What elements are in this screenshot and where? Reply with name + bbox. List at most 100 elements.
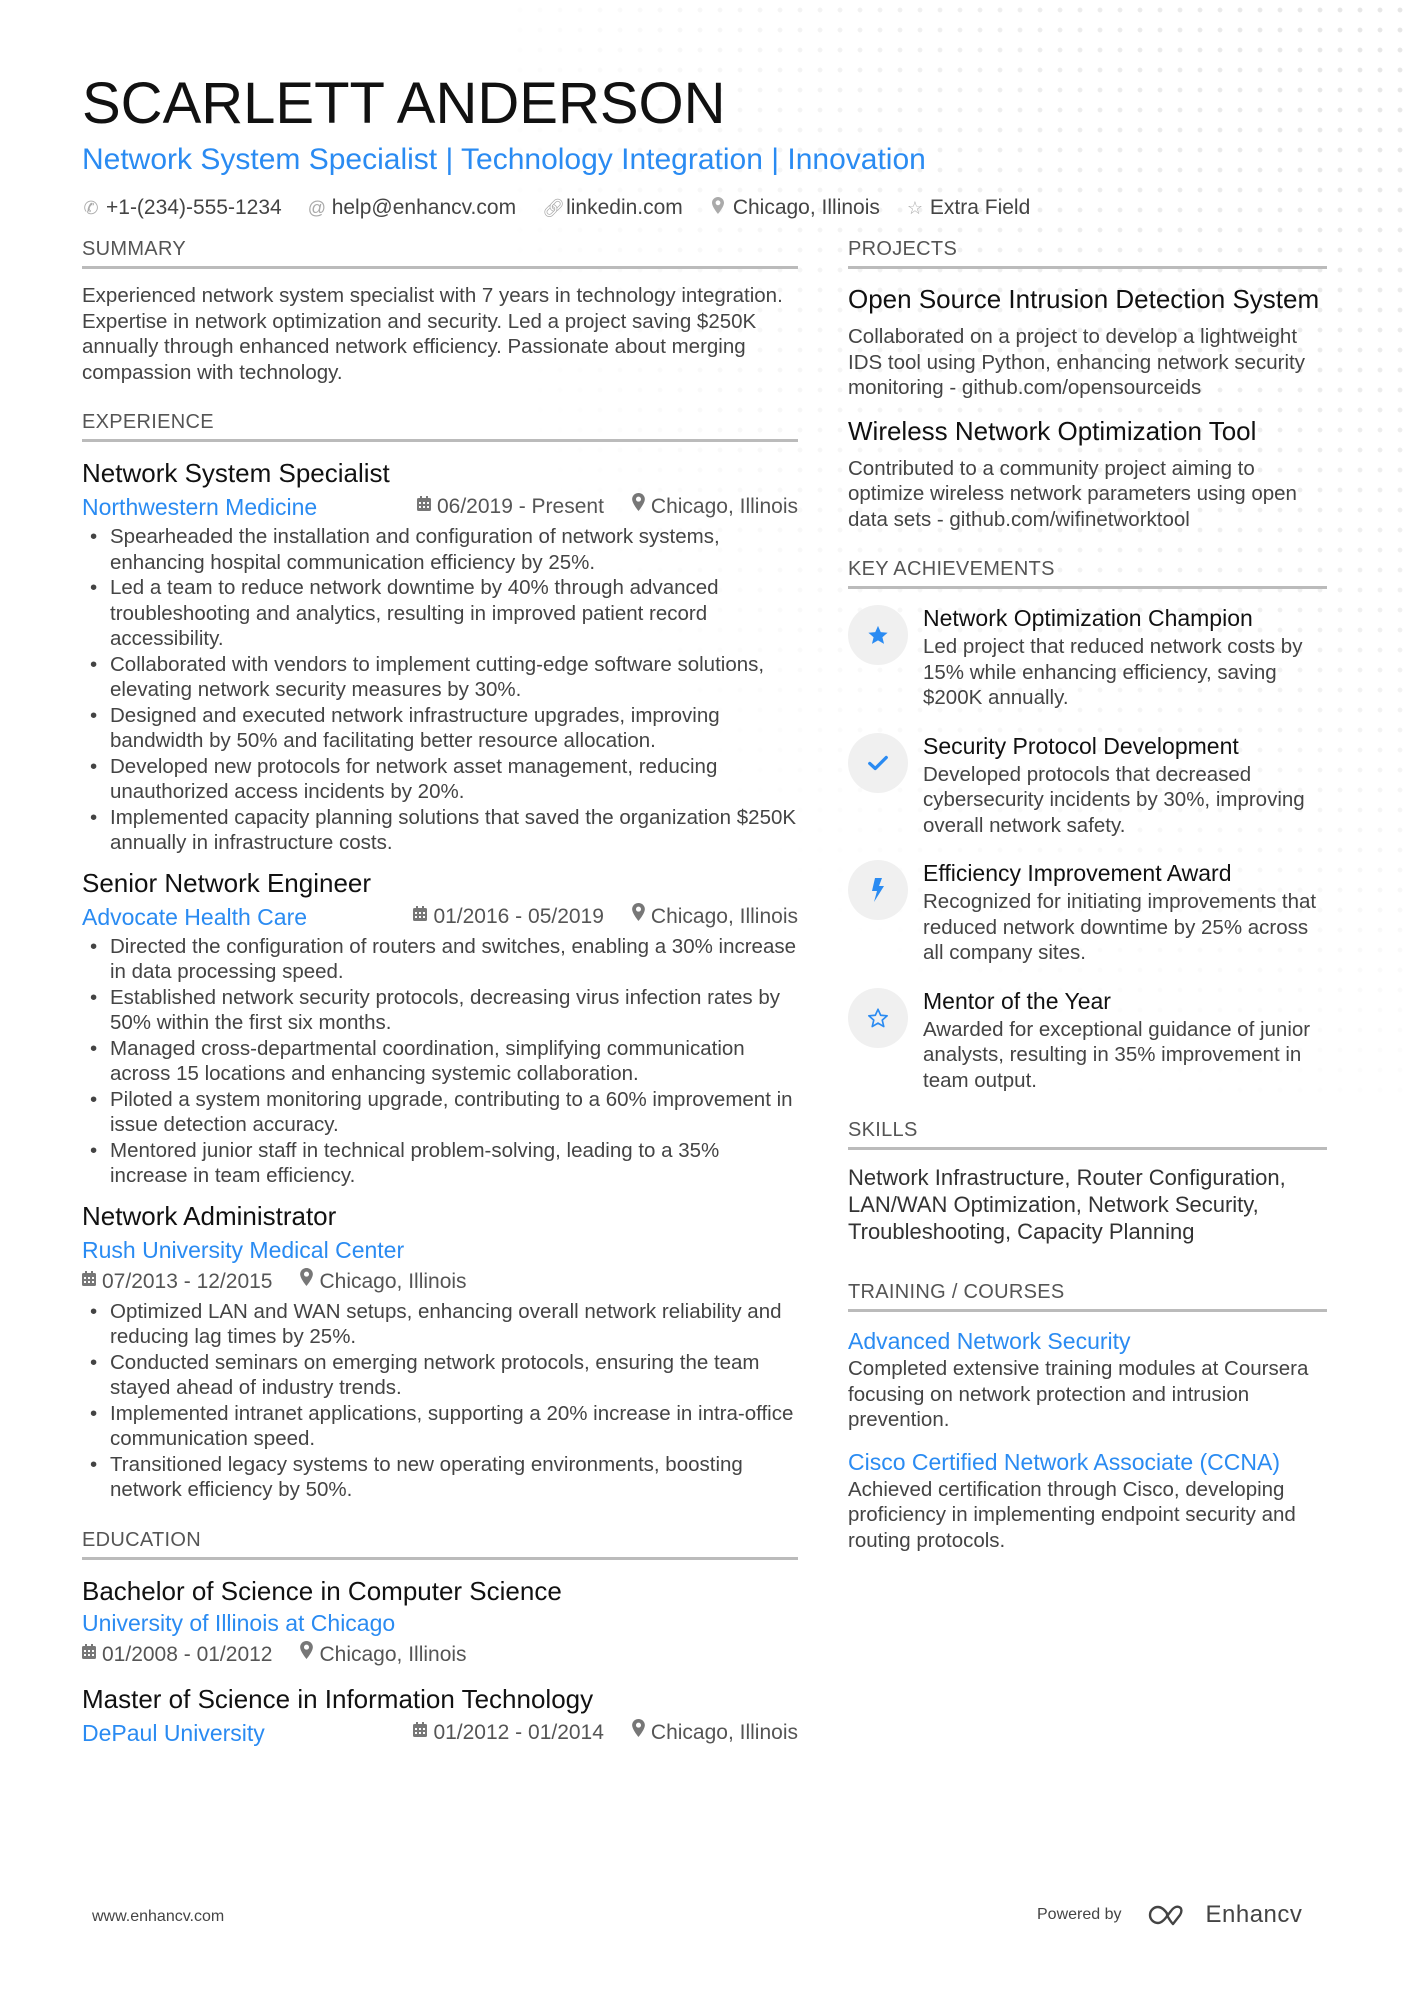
project-entry: Wireless Network Optimization Tool Contri…: [848, 415, 1327, 533]
job-bullet: Implemented capacity planning solutions …: [82, 805, 798, 856]
job-bullet: Implemented intranet applications, suppo…: [82, 1401, 798, 1452]
section-heading: SUMMARY: [82, 236, 798, 269]
contact-phone-text: +1-(234)-555-1234: [106, 196, 282, 219]
degree-title: Master of Science in Information Technol…: [82, 1683, 594, 1714]
project-list: Open Source Intrusion Detection System Co…: [848, 283, 1327, 532]
achievement-list: Network Optimization Champion Led project…: [848, 603, 1327, 1093]
loc-text: Chicago, Illinois: [650, 904, 798, 928]
contact-linkedin-text: linkedin.com: [566, 196, 683, 219]
star-outline-icon: [848, 987, 908, 1048]
phone-icon: ✆: [83, 198, 99, 218]
calendar-icon: [413, 902, 428, 932]
experience-section: EXPERIENCE Network System Specialist Nort…: [82, 409, 798, 1503]
training-list: Advanced Network Security Completed exten…: [848, 1326, 1327, 1553]
date-range: 01/2012 - 01/2014: [413, 1718, 604, 1748]
summary-section: SUMMARY Experienced network system speci…: [82, 236, 798, 385]
location: Chicago, Illinois: [632, 902, 798, 932]
job-entry: Senior Network Engineer Advocate Health C…: [82, 866, 798, 1189]
achievement-body: Efficiency Improvement Award Recognized f…: [923, 858, 1327, 966]
resume-body: SUMMARY Experienced network system speci…: [82, 236, 1327, 1772]
contact-location-text: Chicago, Illinois: [732, 196, 880, 219]
skills-text: Network Infrastructure, Router Configura…: [848, 1165, 1286, 1244]
brand-name: Enhancv: [1205, 1901, 1303, 1928]
location-pin-icon: [632, 492, 645, 522]
loc-text: Chicago, Illinois: [650, 1720, 798, 1744]
job-bullet: Transitioned legacy systems to new opera…: [82, 1452, 798, 1503]
left-column: SUMMARY Experienced network system speci…: [82, 236, 798, 1772]
achievement-entry: Efficiency Improvement Award Recognized f…: [848, 858, 1327, 966]
project-title: Wireless Network Optimization Tool: [848, 415, 1257, 446]
job-title: Network Administrator: [82, 1200, 337, 1231]
edu-meta-row: 01/2008 - 01/2012 Chicago, Illinois: [82, 1640, 798, 1670]
right-column: PROJECTS Open Source Intrusion Detection…: [848, 236, 1327, 1772]
loc-text: Chicago, Illinois: [319, 1269, 467, 1293]
job-bullets: Directed the configuration of routers an…: [82, 934, 798, 1189]
contact-email-text: help@enhancv.com: [331, 196, 517, 219]
contact-linkedin[interactable]: 🔗︎ linkedin.com: [542, 194, 683, 222]
star-filled-icon: [848, 605, 908, 665]
candidate-name: SCARLETT ANDERSON: [82, 71, 726, 136]
job-bullet: Spearheaded the installation and configu…: [82, 524, 798, 575]
education-entry: Bachelor of Science in Computer Science U…: [82, 1574, 798, 1670]
job-meta-row: 07/2013 - 12/2015 Chicago, Illinois: [82, 1267, 798, 1297]
project-description: Collaborated on a project to develop a l…: [848, 325, 1305, 399]
job-bullet: Developed new protocols for network asse…: [82, 754, 798, 805]
education-list: Bachelor of Science in Computer Science U…: [82, 1574, 798, 1748]
job-bullets: Spearheaded the installation and configu…: [82, 524, 798, 856]
loc-text: Chicago, Illinois: [650, 495, 798, 518]
location: Chicago, Illinois: [632, 492, 798, 522]
section-heading: EXPERIENCE: [82, 409, 798, 442]
education-entry: Master of Science in Information Technol…: [82, 1682, 798, 1748]
achievement-entry: Security Protocol Development Developed p…: [848, 731, 1327, 839]
training-section: TRAINING / COURSES Advanced Network Secu…: [848, 1279, 1327, 1553]
achievement-body: Mentor of the Year Awarded for exceptiona…: [923, 986, 1327, 1094]
date-range: 01/2008 - 01/2012: [82, 1640, 272, 1670]
location-pin-icon: [632, 902, 645, 932]
company-name: Rush University Medical Center: [82, 1236, 405, 1263]
contact-phone[interactable]: ✆ +1-(234)-555-1234: [82, 194, 282, 222]
enhancv-logo[interactable]: Enhancv: [1148, 1901, 1303, 1929]
at-icon: @: [307, 198, 326, 218]
contact-extra-text: Extra Field: [929, 196, 1031, 219]
job-entry: Network System Specialist Northwestern Me…: [82, 456, 798, 856]
loc-text: Chicago, Illinois: [319, 1642, 467, 1666]
job-bullet: Directed the configuration of routers an…: [82, 934, 798, 985]
achievement-title: Security Protocol Development: [923, 732, 1239, 759]
course-entry: Cisco Certified Network Associate (CCNA)…: [848, 1447, 1327, 1554]
achievement-body: Network Optimization Champion Led project…: [923, 603, 1327, 711]
job-bullet: Established network security protocols, …: [82, 985, 798, 1036]
calendar-icon: [82, 1640, 96, 1670]
job-bullet: Led a team to reduce network downtime by…: [82, 575, 798, 652]
link-icon: 🔗︎: [542, 198, 565, 218]
course-title: Cisco Certified Network Associate (CCNA): [848, 1448, 1281, 1475]
check-icon: [848, 732, 908, 793]
summary-text: Experienced network system specialist wi…: [82, 284, 783, 384]
footer-website[interactable]: www.enhancv.com: [92, 1908, 224, 1926]
contact-email[interactable]: @ help@enhancv.com: [308, 194, 516, 222]
project-title: Open Source Intrusion Detection System: [848, 284, 1320, 314]
contact-extra: ☆ Extra Field: [906, 194, 1030, 222]
achievement-title: Efficiency Improvement Award: [923, 860, 1232, 886]
achievement-description: Developed protocols that decreased cyber…: [923, 762, 1305, 837]
job-meta-row: Northwestern Medicine 06/2019 - Present Ch…: [82, 492, 798, 522]
section-heading: TRAINING / COURSES: [848, 1279, 1327, 1312]
achievement-title: Network Optimization Champion: [923, 605, 1253, 631]
footer-branding: Powered by Enhancv: [1037, 1901, 1302, 1929]
school-name: University of Illinois at Chicago: [82, 1609, 396, 1636]
section-heading: EDUCATION: [82, 1527, 798, 1560]
section-heading: KEY ACHIEVEMENTS: [848, 556, 1327, 589]
project-entry: Open Source Intrusion Detection System Co…: [848, 283, 1327, 401]
location-pin-icon: [632, 1718, 645, 1748]
company-name: Northwestern Medicine: [82, 494, 318, 520]
edu-meta-row: DePaul University 01/2012 - 01/2014 Chicag…: [82, 1718, 798, 1748]
candidate-title: Network System Specialist | Technology I…: [82, 143, 926, 176]
job-bullet: Designed and executed network infrastruc…: [82, 703, 798, 754]
job-title: Network System Specialist: [82, 458, 390, 488]
date-text: 01/2012 - 01/2014: [433, 1720, 604, 1744]
school-name: DePaul University: [82, 1719, 265, 1746]
date-text: 01/2008 - 01/2012: [102, 1642, 273, 1666]
achievements-section: KEY ACHIEVEMENTS Network Optimization Ch…: [848, 556, 1327, 1093]
achievement-description: Led project that reduced network costs b…: [923, 635, 1303, 709]
resume-header: SCARLETT ANDERSON Network System Special…: [82, 70, 1327, 222]
job-bullet: Managed cross-departmental coordination,…: [82, 1036, 798, 1087]
